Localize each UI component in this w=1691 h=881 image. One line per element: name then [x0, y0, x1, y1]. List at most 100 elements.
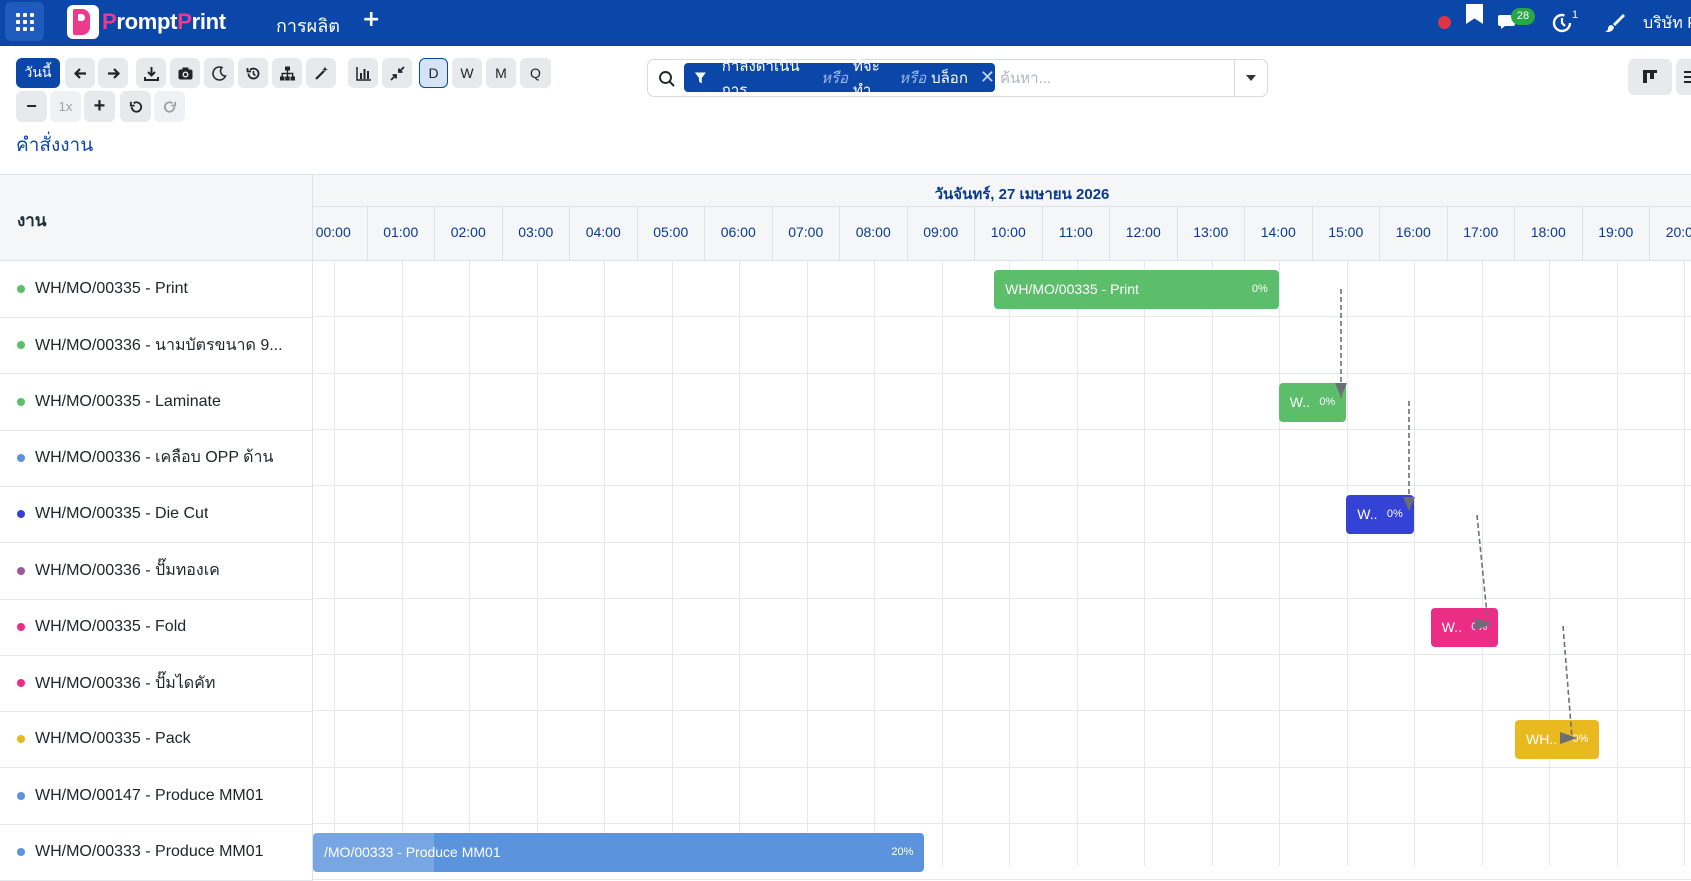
scale-day-button[interactable]: D	[419, 58, 448, 88]
hour-gridline	[401, 261, 403, 866]
task-row[interactable]: WH/MO/00335 - Print	[0, 261, 313, 318]
activity-clock-icon[interactable]	[1551, 12, 1573, 34]
hour-column-header: 08:00	[840, 207, 908, 260]
hour-label: 05:00	[653, 224, 689, 240]
hour-column-header: 06:00	[705, 207, 773, 260]
brand-logo[interactable]: PromptPrint	[67, 4, 226, 40]
chart-button[interactable]	[348, 58, 378, 88]
task-name: WH/MO/00335 - Pack	[35, 730, 191, 748]
bar-label: WH..	[1526, 731, 1558, 748]
status-dot-icon	[17, 622, 25, 631]
redo-button[interactable]	[154, 91, 185, 122]
menu-manufacturing[interactable]: การผลิต	[276, 11, 340, 40]
hour-gridline	[806, 261, 808, 866]
task-name: WH/MO/00336 - เคลือบ OPP ด้าน	[35, 449, 274, 467]
dark-mode-button[interactable]	[204, 58, 234, 88]
undo-button[interactable]	[120, 91, 151, 122]
gantt-bar[interactable]: W.. 0%	[1278, 382, 1347, 422]
hour-gridline	[1279, 261, 1280, 866]
hierarchy-button[interactable]	[272, 58, 302, 88]
task-name: WH/MO/00335 - Die Cut	[35, 505, 209, 523]
task-name: WH/MO/00147 - Produce MM01	[35, 786, 264, 804]
task-row[interactable]: WH/MO/00336 - เคลือบ OPP ด้าน	[0, 429, 313, 487]
task-name: WH/MO/00335 - Fold	[35, 617, 187, 635]
auto-plan-button[interactable]	[306, 58, 336, 88]
gantt-bar[interactable]: /MO/00333 - Produce MM01 20%	[313, 833, 925, 872]
zoom-out-button[interactable]: −	[16, 91, 47, 122]
remove-facet-icon[interactable]: ✕	[980, 67, 995, 88]
scale-month-button[interactable]: M	[486, 58, 516, 88]
bar-label: /MO/00333 - Produce MM01	[324, 844, 501, 860]
hour-label: 12:00	[1125, 224, 1161, 240]
collapse-button[interactable]	[382, 58, 412, 88]
hour-gridline	[1549, 261, 1550, 866]
task-row[interactable]: WH/MO/00336 - ปั๊มไดคัท	[0, 655, 313, 713]
hour-column-header: 02:00	[435, 207, 503, 260]
row-gridline	[313, 428, 1691, 430]
task-row[interactable]: WH/MO/00335 - Fold	[0, 598, 313, 656]
task-row[interactable]: WH/MO/00147 - Produce MM01	[0, 767, 313, 825]
today-button[interactable]: วันนี้	[16, 58, 60, 88]
filter-facet[interactable]: กำลังดำเนินการ หรือ ที่จะทำ หรือ บล็อก ✕	[684, 58, 995, 99]
gantt-rows: WH/MO/00335 - Print WH/MO/00336 - นามบัตร…	[0, 261, 1691, 881]
task-row[interactable]: WH/MO/00336 - นามบัตรขนาด 9...	[0, 317, 313, 375]
date-title: วันจันทร์, 27 เมษายน 2026	[313, 175, 1691, 207]
task-row[interactable]: WH/MO/00333 - Produce MM01	[0, 824, 313, 881]
task-row[interactable]: WH/MO/00335 - Die Cut	[0, 486, 313, 544]
download-button[interactable]	[136, 58, 166, 88]
bar-progress-label: 0%	[1572, 733, 1589, 746]
next-button[interactable]	[98, 58, 128, 88]
scale-quarter-button[interactable]: Q	[520, 58, 551, 88]
new-menu-button[interactable]: +	[362, 7, 380, 32]
redo-icon	[163, 100, 176, 113]
list-view-icon	[1684, 71, 1691, 83]
bookmark-icon[interactable]	[1466, 4, 1483, 24]
bar-progress-label: 0%	[1471, 620, 1488, 633]
gantt-bar[interactable]: WH/MO/00335 - Print 0%	[994, 270, 1279, 309]
gantt-bar[interactable]: W.. 0%	[1430, 607, 1499, 647]
view-gantt-button[interactable]	[1628, 59, 1672, 95]
task-row[interactable]: WH/MO/00335 - Pack	[0, 711, 313, 769]
search-options-toggle[interactable]	[1234, 60, 1267, 96]
hour-column-header: 18:00	[1515, 207, 1583, 260]
scale-week-button[interactable]: W	[452, 58, 482, 88]
hour-gridline	[536, 261, 538, 866]
hour-gridline	[1346, 261, 1348, 866]
hour-gridline	[874, 261, 875, 866]
app-menu-button[interactable]	[5, 2, 44, 41]
task-row[interactable]: WH/MO/00335 - Laminate	[0, 373, 313, 431]
hierarchy-icon	[279, 66, 295, 80]
gantt-bar[interactable]: WH.. 0%	[1515, 720, 1600, 760]
hour-gridline	[469, 261, 470, 866]
row-gridline	[313, 597, 1691, 599]
previous-button[interactable]	[65, 58, 95, 88]
hour-column-header: 15:00	[1313, 207, 1380, 260]
history-button[interactable]	[238, 58, 268, 88]
hour-gridline	[1211, 261, 1213, 866]
paint-brush-icon[interactable]	[1604, 12, 1626, 34]
messages-count-badge: 28	[1511, 8, 1535, 25]
gantt-bar[interactable]: W.. 0%	[1346, 495, 1414, 535]
view-list-button[interactable]	[1676, 59, 1691, 95]
filter-funnel-icon	[694, 72, 706, 83]
facet-value: กำลังดำเนินการ	[721, 57, 800, 99]
date-label: วันจันทร์, 27 เมษายน 2026	[934, 186, 1110, 203]
hour-label: 18:00	[1530, 224, 1566, 240]
search-icon[interactable]	[658, 70, 676, 88]
search-input[interactable]	[1000, 64, 1230, 92]
company-switcher[interactable]: บริษัท P	[1643, 11, 1691, 36]
hour-column-header: 01:00	[368, 207, 435, 260]
task-name: WH/MO/00333 - Produce MM01	[35, 843, 264, 860]
recording-indicator-icon[interactable]	[1438, 16, 1451, 29]
bar-progress-label: 0%	[1251, 283, 1268, 295]
facet-value: บล็อก	[931, 69, 968, 87]
hour-gridline	[941, 261, 943, 866]
page-title[interactable]: คำสั่งงาน	[16, 130, 93, 160]
task-row[interactable]: WH/MO/00336 - ปั๊มทองเค	[0, 542, 313, 600]
zoom-in-button[interactable]: +	[84, 91, 115, 122]
screenshot-button[interactable]	[170, 58, 200, 88]
download-icon	[143, 66, 159, 81]
hour-label: 07:00	[788, 224, 824, 240]
bar-progress-label: 20%	[891, 846, 914, 858]
row-gridline	[313, 654, 1691, 656]
